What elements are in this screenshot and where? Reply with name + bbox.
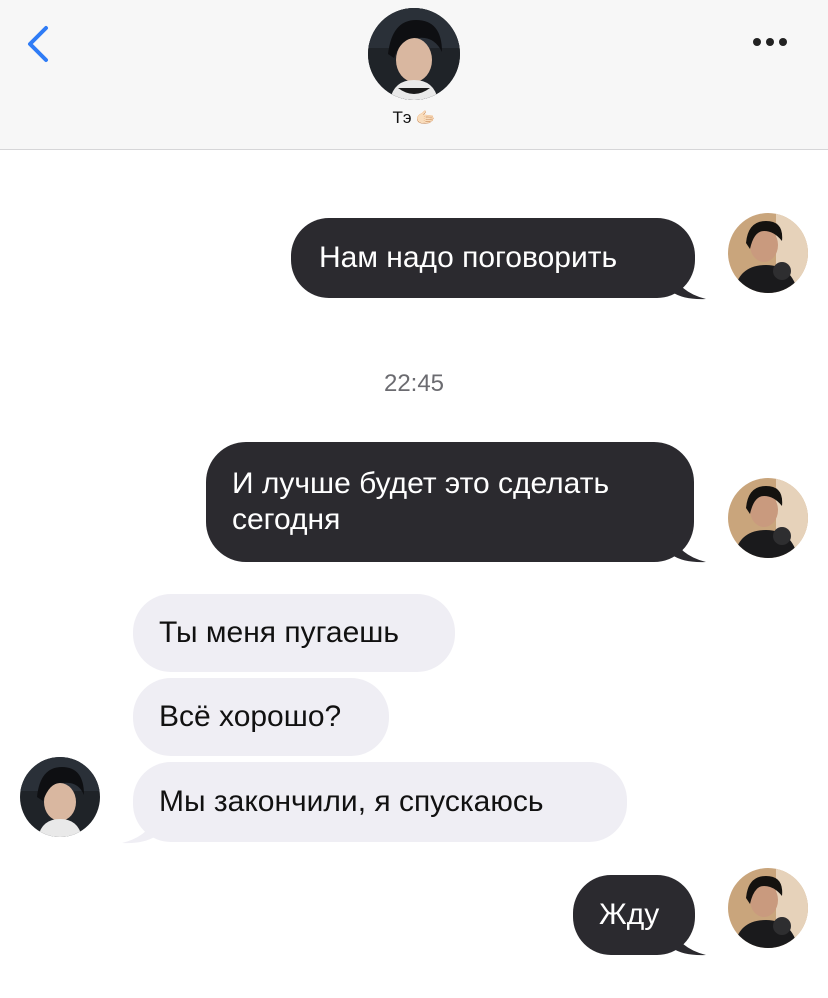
hand-emoji: 🫱🏻 xyxy=(415,108,436,127)
message-text: Жду xyxy=(599,898,660,931)
contact-photo xyxy=(20,757,100,837)
user-avatar[interactable] xyxy=(728,478,808,558)
message-text: Ты меня пугаешь xyxy=(159,616,399,649)
contact-message-avatar[interactable] xyxy=(20,757,100,837)
bubble-tail xyxy=(672,533,706,563)
contact-avatar[interactable] xyxy=(368,8,460,100)
user-photo xyxy=(728,213,808,293)
bubble-tail xyxy=(672,926,706,956)
message-text: Всё хорошо? xyxy=(159,700,342,733)
more-options-button[interactable] xyxy=(748,30,792,54)
back-button[interactable] xyxy=(22,24,54,64)
conversation-header: Тэ 🫱🏻 xyxy=(0,0,828,150)
message-text: Мы закончили, я спускаюсь xyxy=(159,785,544,818)
user-photo xyxy=(728,868,808,948)
message-bubble-outgoing[interactable]: И лучше будет это сделать сегодня xyxy=(206,442,694,562)
user-avatar[interactable] xyxy=(728,213,808,293)
message-bubble-incoming[interactable]: Мы закончили, я спускаюсь xyxy=(133,762,627,842)
chevron-left-icon xyxy=(28,26,48,62)
message-bubble-incoming[interactable]: Всё хорошо? xyxy=(133,678,389,756)
contact-name-text: Тэ xyxy=(392,108,412,127)
bubble-tail xyxy=(122,814,156,844)
message-bubble-outgoing[interactable]: Нам надо поговорить xyxy=(291,218,695,298)
bubble-tail xyxy=(672,270,706,300)
message-timestamp: 22:45 xyxy=(383,370,445,397)
user-photo xyxy=(728,478,808,558)
message-text: Нам надо поговорить xyxy=(319,241,618,274)
message-bubble-incoming[interactable]: Ты меня пугаешь xyxy=(133,594,455,672)
contact-name[interactable]: Тэ 🫱🏻 xyxy=(0,108,828,128)
user-avatar[interactable] xyxy=(728,868,808,948)
message-text: И лучше будет это сделать сегодня xyxy=(232,467,610,536)
ellipsis-icon xyxy=(753,38,787,46)
contact-photo xyxy=(368,8,460,100)
